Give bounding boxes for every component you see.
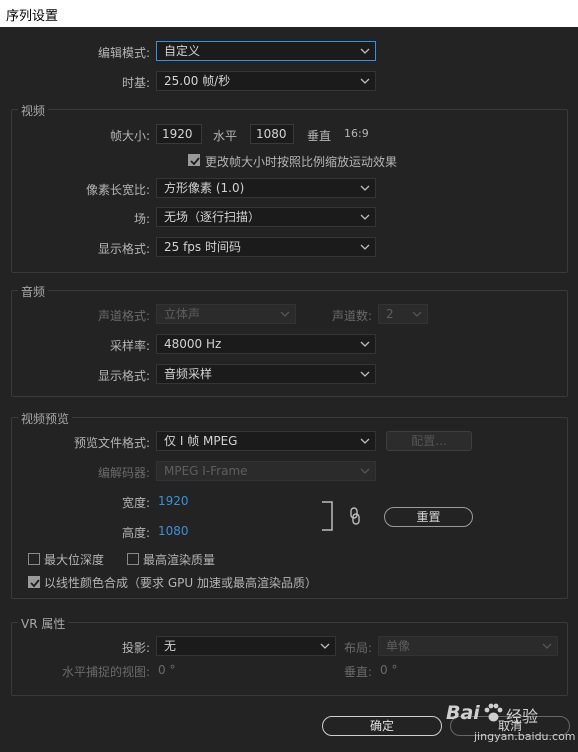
baidu-watermark: Bai 经验 jingyan.baidu.com: [446, 700, 576, 750]
chevron-down-icon: [360, 341, 370, 347]
chain-link-icon[interactable]: [348, 506, 362, 526]
codec-value: MPEG I-Frame: [164, 464, 248, 478]
watermark-url: jingyan.baidu.com: [474, 730, 576, 743]
aspect-ratio-text: 16:9: [344, 127, 369, 140]
horizontal-view-value: 0 °: [158, 663, 176, 677]
sample-rate-label: 采样率:: [109, 339, 150, 353]
timebase-dropdown[interactable]: 25.00 帧/秒: [156, 71, 376, 91]
frame-width-input[interactable]: 1920: [156, 124, 202, 144]
paw-icon: [484, 703, 503, 722]
timebase-value: 25.00 帧/秒: [164, 74, 231, 88]
field-value: 无场（逐行扫描）: [164, 210, 261, 224]
chevron-down-icon: [360, 78, 370, 84]
frame-height-input[interactable]: 1080: [250, 124, 294, 144]
frame-size-label: 帧大小:: [109, 129, 150, 143]
pixel-aspect-label: 像素长宽比:: [85, 183, 150, 197]
horizontal-view-label: 水平捕捉的视图:: [61, 665, 150, 679]
audio-display-format-value: 音频采样: [164, 367, 213, 381]
preview-file-format-dropdown[interactable]: 仅 I 帧 MPEG: [156, 431, 376, 451]
chevron-down-icon: [360, 371, 370, 377]
timebase-label: 时基:: [121, 76, 150, 90]
audio-section-title: 音频: [18, 283, 49, 300]
codec-label: 编解码器:: [97, 466, 150, 480]
chevron-down-icon: [542, 643, 552, 649]
projection-value: 无: [164, 639, 177, 653]
checkmark-icon: [190, 157, 200, 166]
link-bracket-icon: [322, 501, 333, 531]
checkmark-icon: [30, 579, 40, 588]
codec-dropdown: MPEG I-Frame: [156, 461, 376, 481]
chevron-down-icon: [360, 468, 370, 474]
channel-count-label: 声道数:: [331, 309, 372, 323]
projection-label: 投影:: [121, 641, 150, 655]
chevron-down-icon: [412, 311, 422, 317]
channel-count-dropdown: 2: [378, 304, 428, 324]
channel-format-dropdown: 立体声: [156, 304, 296, 324]
scale-motion-label: 更改帧大小时按照比例缩放运动效果: [205, 155, 398, 169]
chevron-down-icon: [360, 244, 370, 250]
vertical-label: 垂直: [307, 129, 332, 143]
layout-label: 布局:: [343, 641, 372, 655]
vertical-view-label: 垂直:: [343, 665, 372, 679]
video-display-format-value: 25 fps 时间码: [164, 240, 241, 254]
vr-section-title: VR 属性: [18, 615, 69, 632]
preview-width-value[interactable]: 1920: [158, 494, 189, 508]
max-bit-depth-label: 最大位深度: [44, 553, 105, 567]
video-display-format-label: 显示格式:: [97, 242, 150, 256]
chevron-down-icon: [360, 185, 370, 191]
video-section-title: 视频: [18, 102, 49, 119]
scale-motion-checkbox[interactable]: [188, 154, 200, 166]
channel-count-value: 2: [386, 307, 394, 321]
horizontal-label: 水平: [213, 129, 238, 143]
edit-mode-value: 自定义: [164, 44, 201, 58]
sample-rate-value: 48000 Hz: [164, 337, 222, 351]
pixel-aspect-dropdown[interactable]: 方形像素 (1.0): [156, 178, 376, 198]
title-bar: 序列设置: [0, 0, 578, 27]
projection-dropdown[interactable]: 无: [156, 636, 336, 656]
chevron-down-icon: [360, 214, 370, 220]
sample-rate-dropdown[interactable]: 48000 Hz: [156, 334, 376, 354]
linear-color-label: 以线性颜色合成（要求 GPU 加速或最高渲染品质）: [44, 576, 317, 590]
edit-mode-dropdown[interactable]: 自定义: [156, 41, 376, 61]
preview-file-format-label: 预览文件格式:: [73, 436, 150, 450]
vertical-view-value: 0 °: [380, 663, 398, 677]
video-preview-section-title: 视频预览: [18, 410, 73, 427]
field-dropdown[interactable]: 无场（逐行扫描）: [156, 207, 376, 227]
audio-display-format-dropdown[interactable]: 音频采样: [156, 364, 376, 384]
field-label: 场:: [133, 212, 150, 226]
preview-height-value[interactable]: 1080: [158, 524, 189, 538]
reset-button[interactable]: 重置: [384, 507, 473, 527]
max-render-quality-label: 最高渲染质量: [143, 553, 216, 567]
video-display-format-dropdown[interactable]: 25 fps 时间码: [156, 237, 376, 257]
channel-format-label: 声道格式:: [97, 309, 150, 323]
chevron-down-icon: [280, 311, 290, 317]
chevron-down-icon: [360, 438, 370, 444]
preview-height-label: 高度:: [121, 526, 150, 540]
channel-format-value: 立体声: [164, 307, 201, 321]
layout-value: 单像: [386, 639, 411, 653]
linear-color-checkbox[interactable]: [28, 576, 40, 588]
preview-width-label: 宽度:: [121, 496, 150, 510]
watermark-brand: Bai: [446, 702, 480, 724]
configure-button: 配置...: [386, 431, 472, 451]
window-title: 序列设置: [6, 9, 59, 24]
pixel-aspect-value: 方形像素 (1.0): [164, 181, 245, 195]
vr-section: [11, 622, 568, 696]
max-bit-depth-checkbox[interactable]: [28, 553, 40, 565]
layout-dropdown: 单像: [378, 636, 558, 656]
preview-file-format-value: 仅 I 帧 MPEG: [164, 434, 238, 448]
chevron-down-icon: [360, 48, 370, 54]
edit-mode-label: 编辑模式:: [97, 46, 150, 60]
watermark-brand-suffix: 经验: [506, 707, 539, 726]
ok-button[interactable]: 确定: [322, 716, 442, 736]
audio-display-format-label: 显示格式:: [97, 369, 150, 383]
max-render-quality-checkbox[interactable]: [127, 553, 139, 565]
